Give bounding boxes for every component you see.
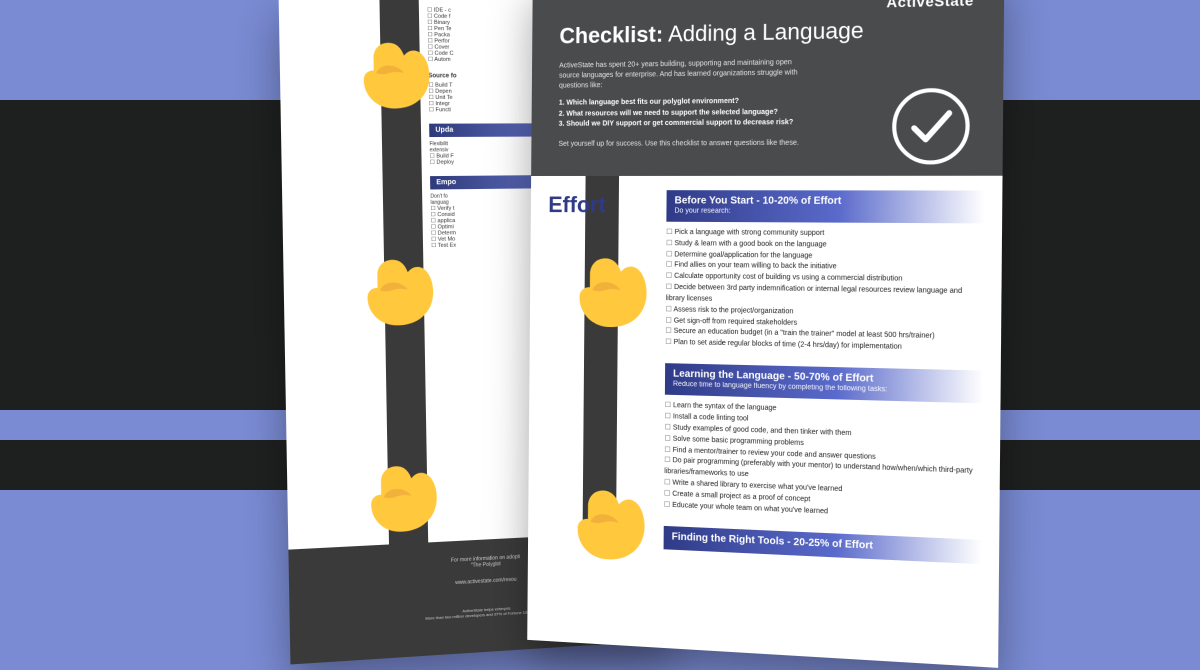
questions: 1. Which language best fits our polyglot… <box>559 96 842 131</box>
effort-label: Effort <box>531 176 667 219</box>
section-finding-tools: Finding the Right Tools - 20-25% of Effo… <box>664 525 982 563</box>
section-before-you-start: Before You Start - 10-20% of Effort Do y… <box>665 190 985 356</box>
right-column: Before You Start - 10-20% of Effort Do y… <box>664 176 1003 565</box>
title-prefix: Checklist: <box>559 21 663 48</box>
checkmark-circle-icon <box>889 85 973 168</box>
title-main: Adding a Language <box>668 17 864 46</box>
page-title: Checklist: Adding a Language <box>559 15 973 49</box>
flex-arm-icon <box>557 473 650 572</box>
section-title: Before You Start - 10-20% of Effort <box>675 195 842 207</box>
question: 3. Should we DIY support or get commerci… <box>559 118 841 131</box>
section-band: Before You Start - 10-20% of Effort Do y… <box>666 190 985 223</box>
brand-logo: ActiveState <box>560 0 974 17</box>
body: Effort Before You Start - 10-20% of Effo… <box>528 176 1002 565</box>
flex-arm-icon <box>350 449 443 544</box>
flex-arm-icon <box>342 27 435 118</box>
section-band: Finding the Right Tools - 20-25% of Effo… <box>664 525 982 563</box>
section-title: Finding the Right Tools - 20-25% of Effo… <box>672 531 873 551</box>
section-subtitle: Do your research: <box>674 207 976 215</box>
left-column: Effort <box>528 176 667 549</box>
checklist: Pick a language with strong community su… <box>665 228 984 356</box>
section-band: Learning the Language - 50-70% of Effort… <box>665 363 984 403</box>
header: ActiveState Checklist: Adding a Language… <box>531 0 1004 176</box>
section-learning-language: Learning the Language - 50-70% of Effort… <box>664 363 984 524</box>
intro-text: ActiveState has spent 20+ years building… <box>559 58 800 91</box>
document-stage: IDE - c Code f Binary Pen Te Packa Perfo… <box>100 0 1100 670</box>
closing-text: Set yourself up for success. Use this ch… <box>559 139 841 147</box>
checklist: Learn the syntax of the language Install… <box>664 401 983 525</box>
front-page: ActiveState Checklist: Adding a Language… <box>527 0 1004 668</box>
flex-arm-icon <box>346 244 439 337</box>
flex-arm-icon <box>559 242 652 338</box>
